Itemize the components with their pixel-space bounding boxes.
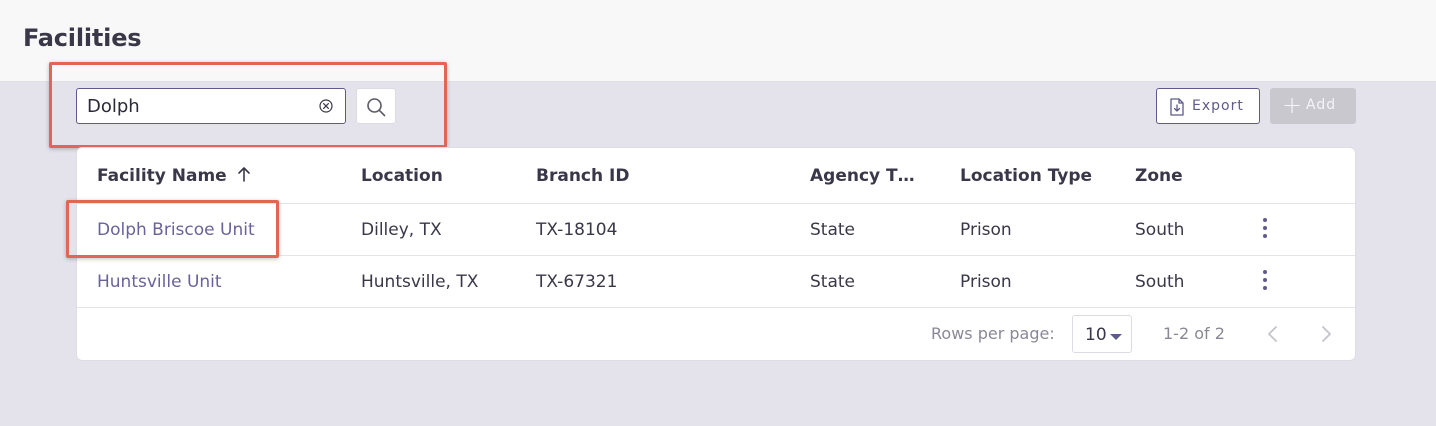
row-divider bbox=[77, 255, 1355, 256]
clear-search-icon[interactable] bbox=[319, 99, 333, 113]
page-range: 1-2 of 2 bbox=[1163, 324, 1225, 343]
search-icon bbox=[367, 98, 386, 117]
chevron-right-icon[interactable] bbox=[1318, 325, 1334, 343]
rows-per-page-value: 10 bbox=[1085, 325, 1107, 345]
plus-icon: + bbox=[1282, 91, 1303, 119]
kebab-menu-icon[interactable] bbox=[1260, 215, 1270, 241]
row-divider bbox=[77, 203, 1355, 204]
chevron-left-icon[interactable] bbox=[1265, 325, 1281, 343]
column-header-branch-id[interactable]: Branch ID bbox=[536, 166, 629, 186]
add-button[interactable]: + Add bbox=[1270, 88, 1356, 124]
branch-id-cell: TX-67321 bbox=[536, 272, 618, 292]
export-label: Export bbox=[1192, 98, 1244, 114]
column-header-label: Facility Name bbox=[97, 166, 227, 186]
agency-type-cell: State bbox=[810, 272, 855, 292]
zone-cell: South bbox=[1135, 220, 1185, 240]
column-header-facility-name[interactable]: Facility Name bbox=[97, 166, 251, 186]
column-header-location[interactable]: Location bbox=[361, 166, 443, 186]
row-divider bbox=[77, 307, 1355, 308]
column-header-agency-type[interactable]: Agency T… bbox=[810, 166, 915, 186]
zone-cell: South bbox=[1135, 272, 1185, 292]
location-type-cell: Prison bbox=[960, 220, 1012, 240]
chevron-down-icon bbox=[1110, 334, 1122, 340]
column-header-zone[interactable]: Zone bbox=[1135, 166, 1183, 186]
location-cell: Huntsville, TX bbox=[361, 272, 479, 292]
page-title: Facilities bbox=[23, 24, 142, 52]
agency-type-cell: State bbox=[810, 220, 855, 240]
location-cell: Dilley, TX bbox=[361, 220, 442, 240]
arrow-up-icon bbox=[237, 167, 250, 182]
location-type-cell: Prison bbox=[960, 272, 1012, 292]
facility-name-link[interactable]: Huntsville Unit bbox=[97, 272, 222, 292]
file-download-icon bbox=[1170, 98, 1184, 116]
search-button[interactable] bbox=[356, 88, 396, 124]
facilities-table: Facility Name Location Branch ID Agency … bbox=[76, 147, 1356, 361]
add-label: Add bbox=[1306, 97, 1337, 113]
search-field[interactable] bbox=[76, 88, 346, 124]
column-header-location-type[interactable]: Location Type bbox=[960, 166, 1092, 186]
export-button[interactable]: Export bbox=[1156, 88, 1260, 124]
page-header: Facilities bbox=[0, 0, 1436, 82]
facility-name-link[interactable]: Dolph Briscoe Unit bbox=[97, 220, 255, 240]
search-input[interactable] bbox=[77, 89, 307, 123]
kebab-menu-icon[interactable] bbox=[1260, 267, 1270, 293]
branch-id-cell: TX-18104 bbox=[536, 220, 618, 240]
rows-per-page-select[interactable]: 10 bbox=[1072, 315, 1132, 353]
rows-per-page-label: Rows per page: bbox=[931, 324, 1055, 343]
